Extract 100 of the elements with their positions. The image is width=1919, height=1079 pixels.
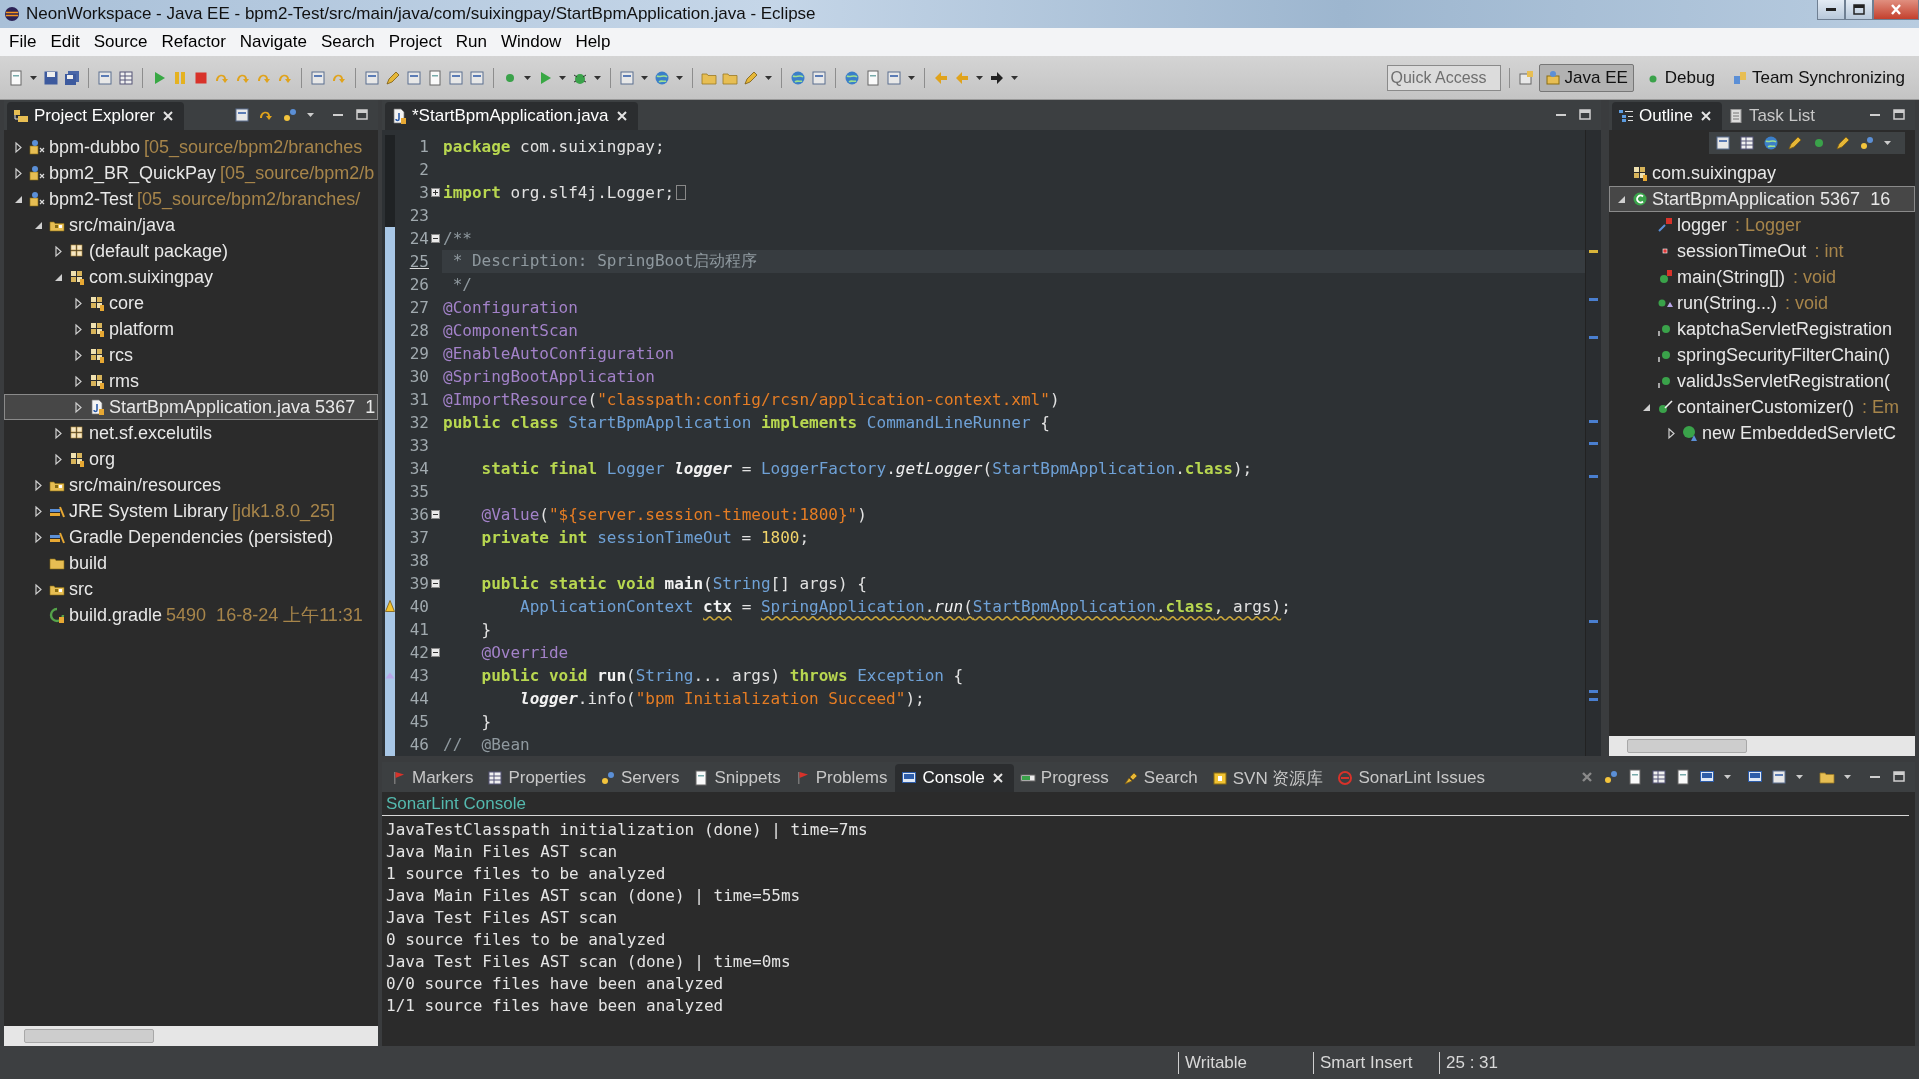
outline-item[interactable]: com.suixingpay: [1609, 160, 1915, 186]
view-tab[interactable]: SVN 资源库: [1205, 764, 1332, 792]
quick-access-field[interactable]: Quick Access: [1386, 64, 1501, 91]
collapsed-arrow-icon[interactable]: [72, 400, 85, 414]
collapse-icon[interactable]: [431, 579, 440, 588]
outline-item[interactable]: logger : Logger: [1609, 212, 1915, 238]
menu-item[interactable]: Source: [86, 32, 155, 52]
menu-item[interactable]: Project: [381, 32, 449, 52]
maximize-icon[interactable]: [1891, 769, 1907, 785]
tree-item[interactable]: (default package): [4, 238, 378, 264]
globe-icon[interactable]: [654, 69, 670, 86]
document-icon[interactable]: [1675, 769, 1691, 785]
outline-item[interactable]: springSecurityFilterChain(): [1609, 342, 1915, 368]
tree-item[interactable]: net.sf.excelutils: [4, 420, 378, 446]
menu-item[interactable]: Refactor: [154, 32, 233, 52]
outline-item[interactable]: main(String[]) : void: [1609, 264, 1915, 290]
new-file-icon[interactable]: [8, 69, 24, 86]
outline-item[interactable]: containerCustomizer() : Em: [1609, 394, 1915, 420]
outline-item[interactable]: new EmbeddedServletC: [1609, 420, 1915, 446]
collapsed-arrow-icon[interactable]: [32, 530, 45, 544]
collapsed-arrow-icon[interactable]: [52, 452, 65, 466]
tree-item[interactable]: build: [4, 550, 378, 576]
view-tab[interactable]: Outline: [1612, 102, 1722, 130]
collapsed-arrow-icon[interactable]: [32, 478, 45, 492]
tree-item[interactable]: JRE System Library [jdk1.8.0_25]: [4, 498, 378, 524]
tree-item[interactable]: StartBpmApplication.java 5367 1: [4, 394, 378, 420]
outline-item[interactable]: StartBpmApplication 5367 16: [1609, 186, 1915, 212]
menu-item[interactable]: Help: [568, 32, 618, 52]
tree-item[interactable]: bpm2_BR_QuickPay [05_source/bpm2/b: [4, 160, 378, 186]
view-tab[interactable]: Task List: [1721, 102, 1823, 130]
collapsed-arrow-icon[interactable]: [72, 322, 85, 336]
collapse-icon[interactable]: [431, 648, 440, 657]
tree-item[interactable]: src: [4, 576, 378, 602]
tree-item[interactable]: build.gradle 5490 16-8-24 上午11:31: [4, 602, 378, 628]
collapsed-arrow-icon[interactable]: [12, 166, 25, 180]
tree-item[interactable]: bpm2-Test [05_source/bpm2/branches/: [4, 186, 378, 212]
view-tab[interactable]: Problems: [788, 764, 896, 792]
view-tab[interactable]: Console: [895, 764, 1014, 792]
outline-item[interactable]: validJsServletRegistration(: [1609, 368, 1915, 394]
globe-icon[interactable]: [844, 69, 860, 86]
collapse-icon[interactable]: [431, 234, 440, 243]
collapsed-arrow-icon[interactable]: [72, 348, 85, 362]
perspective-button[interactable]: Debug: [1638, 63, 1721, 92]
collapsed-arrow-icon[interactable]: [52, 244, 65, 258]
view-tab[interactable]: Markers: [385, 764, 482, 792]
menu-item[interactable]: File: [2, 32, 44, 52]
menu-item[interactable]: Search: [313, 32, 382, 52]
tree-item[interactable]: core: [4, 290, 378, 316]
tree-item[interactable]: org: [4, 446, 378, 472]
view-tab[interactable]: Servers: [593, 764, 688, 792]
menu-item[interactable]: Window: [493, 32, 569, 52]
pencil-icon[interactable]: [743, 69, 759, 86]
menu-item[interactable]: Run: [448, 32, 494, 52]
collapsed-arrow-icon[interactable]: [52, 426, 65, 440]
menu-item[interactable]: Edit: [43, 32, 87, 52]
close-button[interactable]: [1873, 0, 1919, 20]
pencil-icon[interactable]: [385, 69, 401, 86]
save-icon[interactable]: [43, 69, 59, 86]
document-icon[interactable]: [1627, 769, 1643, 785]
tree-item[interactable]: rcs: [4, 342, 378, 368]
editor-tab[interactable]: *StartBpmApplication.java: [385, 102, 638, 130]
collapsed-arrow-icon[interactable]: [1665, 426, 1678, 440]
collapsed-arrow-icon[interactable]: [72, 374, 85, 388]
collapsed-arrow-icon[interactable]: [12, 140, 25, 154]
perspective-button[interactable]: Team Synchronizing: [1725, 63, 1911, 92]
menu-item[interactable]: Navigate: [232, 32, 314, 52]
perspective-button[interactable]: Java EE: [1538, 63, 1634, 92]
view-tab[interactable]: Snippets: [687, 764, 789, 792]
save-all-icon[interactable]: [64, 69, 80, 86]
collapsed-arrow-icon[interactable]: [72, 296, 85, 310]
view-tab[interactable]: Project Explorer: [7, 102, 184, 130]
maximize-icon[interactable]: [1891, 107, 1907, 123]
maximize-button[interactable]: [1845, 0, 1873, 20]
view-tab[interactable]: Properties: [481, 764, 594, 792]
tree-item[interactable]: com.suixingpay: [4, 264, 378, 290]
horizontal-scrollbar[interactable]: [4, 1026, 378, 1046]
maximize-icon[interactable]: [1577, 107, 1593, 123]
tree-item[interactable]: src/main/java: [4, 212, 378, 238]
globe-icon[interactable]: [790, 69, 806, 86]
outline-item[interactable]: run(String...) : void: [1609, 290, 1915, 316]
tree-item[interactable]: src/main/resources: [4, 472, 378, 498]
tree-item[interactable]: rms: [4, 368, 378, 394]
collapsed-arrow-icon[interactable]: [32, 504, 45, 518]
view-tab[interactable]: Progress: [1013, 764, 1117, 792]
view-tab[interactable]: SonarLint Issues: [1331, 764, 1494, 792]
monitor-icon[interactable]: [1699, 769, 1715, 785]
monitor-icon[interactable]: [1747, 769, 1763, 785]
window-icon[interactable]: [1771, 769, 1787, 785]
table-icon[interactable]: [1651, 769, 1667, 785]
minimize-button[interactable]: [1817, 0, 1845, 20]
tree-item[interactable]: platform: [4, 316, 378, 342]
horizontal-scrollbar[interactable]: [1609, 736, 1915, 756]
collapse-icon[interactable]: [431, 510, 440, 519]
outline-item[interactable]: kaptchaServletRegistration: [1609, 316, 1915, 342]
tree-item[interactable]: bpm-dubbo [05_source/bpm2/branches: [4, 134, 378, 160]
folder-icon[interactable]: [1819, 769, 1835, 785]
tree-item[interactable]: Gradle Dependencies (persisted): [4, 524, 378, 550]
collapsed-arrow-icon[interactable]: [32, 582, 45, 596]
outline-item[interactable]: sessionTimeOut : int: [1609, 238, 1915, 264]
maximize-icon[interactable]: [354, 107, 370, 123]
